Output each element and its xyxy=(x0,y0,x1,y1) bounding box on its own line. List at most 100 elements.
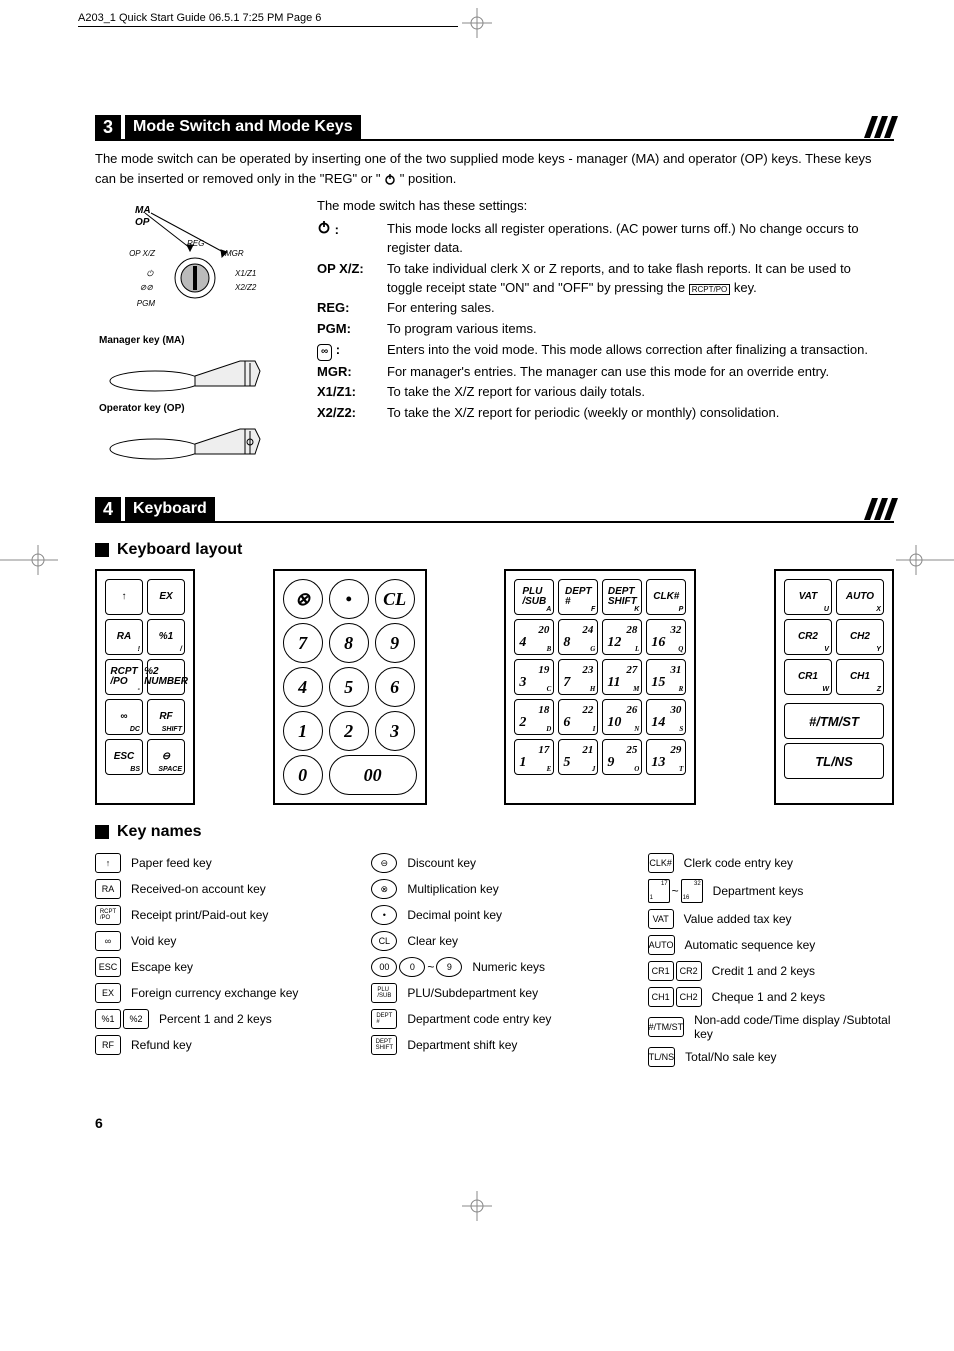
section-4-header: 4 Keyboard xyxy=(95,497,894,523)
key-numpad: 9 xyxy=(375,623,415,663)
key: CR2V xyxy=(784,619,832,655)
key: RFSHIFT xyxy=(147,699,185,735)
key: CH2Y xyxy=(836,619,884,655)
key-numpad: 2 xyxy=(329,711,369,751)
key-dept: 182D xyxy=(514,699,554,735)
page-number: 6 xyxy=(95,1115,103,1131)
key-numpad: 7 xyxy=(283,623,323,663)
section-3-number: 3 xyxy=(95,115,121,139)
manager-key-label: Manager key (MA) xyxy=(99,335,295,346)
key-name-row: ⊖Discount key xyxy=(371,853,617,873)
crop-mark-top xyxy=(462,8,492,38)
section-3-header: 3 Mode Switch and Mode Keys xyxy=(95,115,894,141)
section-3-title: Mode Switch and Mode Keys xyxy=(125,115,361,139)
key-name-row: AUTOAutomatic sequence key xyxy=(648,935,894,955)
keyboard-layout-heading: Keyboard layout xyxy=(95,541,894,559)
key-name-row: CLK#Clerk code entry key xyxy=(648,853,894,873)
key-dept-header: DEPTSHIFTK xyxy=(602,579,642,615)
key-name-row: ESCEscape key xyxy=(95,957,341,977)
operator-key-label: Operator key (OP) xyxy=(99,403,295,414)
key-numpad: 0 xyxy=(283,755,323,795)
svg-text:⏻: ⏻ xyxy=(147,269,155,278)
key-name-row: 171~3216Department keys xyxy=(648,879,894,903)
mode-table-lead: The mode switch has these settings: xyxy=(317,198,894,213)
key-name-row: CR1CR2Credit 1 and 2 keys xyxy=(648,961,894,981)
key-name-row: RAReceived-on account key xyxy=(95,879,341,899)
crop-mark-bottom xyxy=(462,1191,492,1221)
key-name-row: ∞Void key xyxy=(95,931,341,951)
key-dept: 3014S xyxy=(646,699,686,735)
key-names-table: ↑Paper feed key RAReceived-on account key… xyxy=(95,853,894,1073)
key-name-row: EXForeign currency exchange key xyxy=(95,983,341,1003)
key-numpad: 6 xyxy=(375,667,415,707)
print-slug: A203_1 Quick Start Guide 06.5.1 7:25 PM … xyxy=(78,12,458,27)
key-dept: 215J xyxy=(558,739,598,775)
key-name-row: DEPTSHIFTDepartment shift key xyxy=(371,1035,617,1055)
key-name-row: CH1CH2Cheque 1 and 2 keys xyxy=(648,987,894,1007)
key-dept: 2711M xyxy=(602,659,642,695)
key-numpad: 00 xyxy=(329,755,417,795)
key-name-row: PLU/SUBPLU/Subdepartment key xyxy=(371,983,617,1003)
power-icon xyxy=(317,220,331,234)
section-4-number: 4 xyxy=(95,497,121,521)
key-dept: 2812L xyxy=(602,619,642,655)
svg-text:X1/Z1: X1/Z1 xyxy=(234,269,256,278)
key-numpad: 1 xyxy=(283,711,323,751)
key-name-row: RFRefund key xyxy=(95,1035,341,1055)
key-dept: 259O xyxy=(602,739,642,775)
key: %2NUMBER xyxy=(147,659,185,695)
key: AUTOX xyxy=(836,579,884,615)
dial-illustration: REG OP X/Z MGR X1/Z1 ⏻ ⊘⊘ X2/Z2 PGM MA O… xyxy=(95,198,295,328)
key-name-row: ↑Paper feed key xyxy=(95,853,341,873)
key-tmst: #/TM/ST xyxy=(784,703,884,739)
key: RA! xyxy=(105,619,143,655)
svg-text:MA: MA xyxy=(135,205,151,216)
mode-switch-diagram: REG OP X/Z MGR X1/Z1 ⏻ ⊘⊘ X2/Z2 PGM MA O… xyxy=(95,198,295,467)
section-3-intro: The mode switch can be operated by inser… xyxy=(95,149,894,188)
key-name-row: %1%2Percent 1 and 2 keys xyxy=(95,1009,341,1029)
header-stripes xyxy=(868,498,894,520)
key: EX xyxy=(147,579,185,615)
key-dept: 171E xyxy=(514,739,554,775)
svg-text:MGR: MGR xyxy=(225,249,244,258)
key-name-row: •Decimal point key xyxy=(371,905,617,925)
rcptpo-key-inline: RCPT/PO xyxy=(689,284,731,295)
section-4-title: Keyboard xyxy=(125,497,215,521)
key-numpad: 4 xyxy=(283,667,323,707)
key-name-row: TL/NSTotal/No sale key xyxy=(648,1047,894,1067)
key-numpad: ⊗ xyxy=(283,579,323,619)
key-numpad: CL xyxy=(375,579,415,619)
key-tlns: TL/NS xyxy=(784,743,884,779)
key: ESCBS xyxy=(105,739,143,775)
key-name-row: 000~9Numeric keys xyxy=(371,957,617,977)
key: CR1W xyxy=(784,659,832,695)
key-dept: 2610N xyxy=(602,699,642,735)
key: VATU xyxy=(784,579,832,615)
key-name-row: #/TM/STNon-add code/Time display /Subtot… xyxy=(648,1013,894,1041)
key-name-row: CLClear key xyxy=(371,931,617,951)
key-name-row: RCPT/POReceipt print/Paid-out key xyxy=(95,905,341,925)
key: CH1Z xyxy=(836,659,884,695)
key-name-row: ⊗Multiplication key xyxy=(371,879,617,899)
operator-key-illustration xyxy=(95,414,275,464)
key-numpad: 3 xyxy=(375,711,415,751)
key: ⊖SPACE xyxy=(147,739,185,775)
key-dept: 237H xyxy=(558,659,598,695)
power-icon xyxy=(384,173,396,185)
manager-key-illustration xyxy=(95,346,275,396)
key-dept: 2913T xyxy=(646,739,686,775)
key-numpad: • xyxy=(329,579,369,619)
key-dept: 204B xyxy=(514,619,554,655)
crop-mark-right xyxy=(896,545,954,575)
key-dept: 193C xyxy=(514,659,554,695)
key-dept: 226I xyxy=(558,699,598,735)
svg-text:OP: OP xyxy=(135,217,150,228)
svg-text:OP X/Z: OP X/Z xyxy=(129,249,156,258)
void-icon: ∞ xyxy=(317,344,332,361)
key-numpad: 5 xyxy=(329,667,369,707)
key-name-row: DEPT#Department code entry key xyxy=(371,1009,617,1029)
key-dept-header: PLU/SUBA xyxy=(514,579,554,615)
key: ↑ xyxy=(105,579,143,615)
keyboard-layout-diagram: ↑EXRA!%1/RCPT/PO-%2NUMBER∞DCRFSHIFTESCBS… xyxy=(95,569,894,805)
crop-mark-left xyxy=(0,545,58,575)
